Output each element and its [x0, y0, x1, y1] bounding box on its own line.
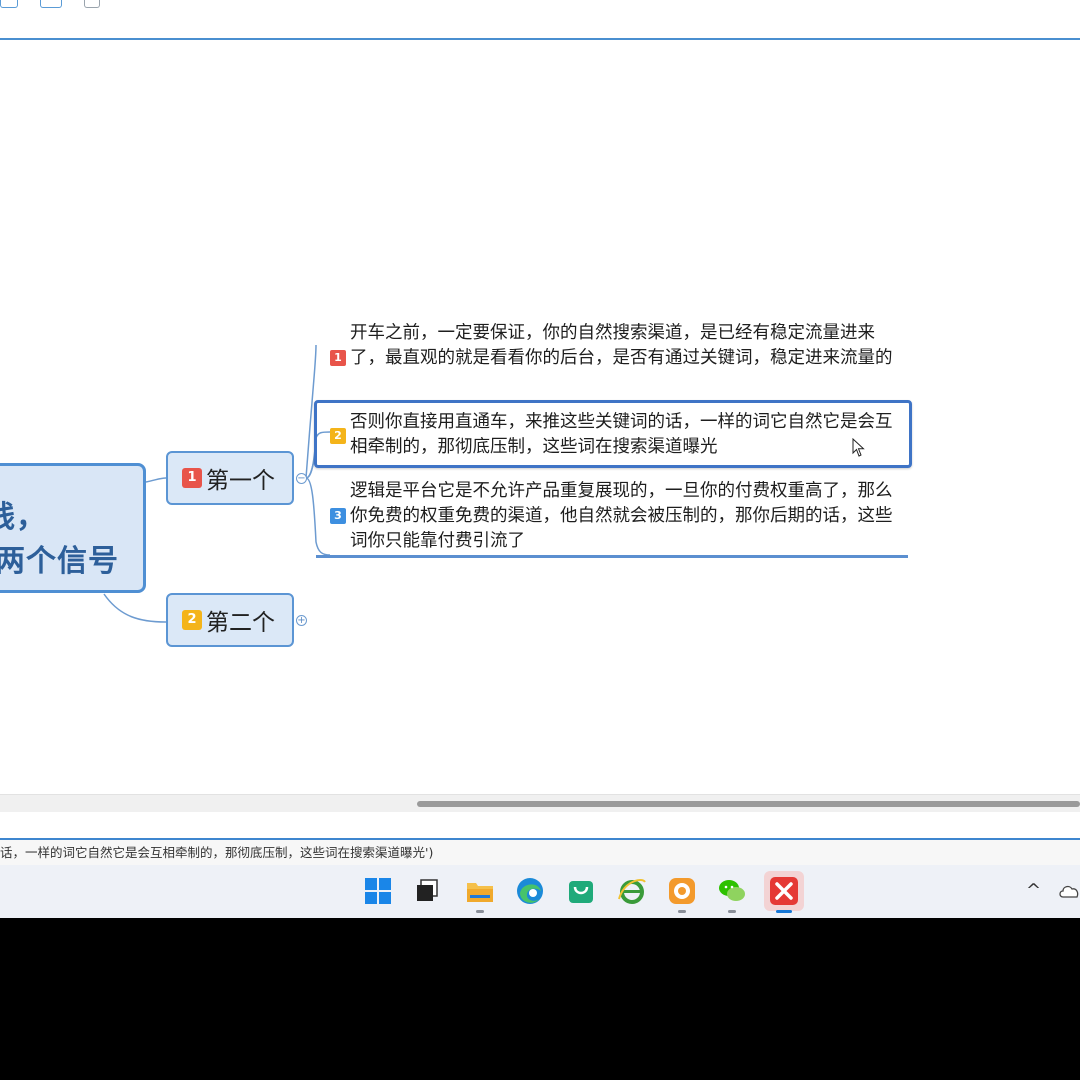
onedrive-cloud-icon[interactable]: [1058, 883, 1080, 899]
wechat-icon[interactable]: [716, 875, 748, 907]
subtopic-1[interactable]: 1 开车之前，一定要保证，你的自然搜索渠道，是已经有稳定流量进来了，最直观的就是…: [330, 319, 905, 397]
subtopic-3[interactable]: 3 逻辑是平台它是不允许产品重复展现的，一旦你的付费权重高了，那么你免费的权重免…: [330, 477, 905, 555]
scrollbar-thumb[interactable]: [417, 801, 1080, 807]
central-topic-line: 两个信号: [0, 544, 119, 579]
file-explorer-icon[interactable]: [464, 875, 496, 907]
mouse-cursor-icon: [852, 438, 865, 457]
running-indicator: [728, 910, 736, 913]
task-view-icon[interactable]: [412, 875, 444, 907]
windows-start-icon[interactable]: [362, 875, 394, 907]
shopping-app-icon[interactable]: [565, 875, 597, 907]
branch-label: 第二个: [206, 610, 275, 636]
toolbar-icon[interactable]: [40, 0, 62, 8]
edge-browser-icon[interactable]: [514, 875, 546, 907]
horizontal-scrollbar[interactable]: [0, 794, 1080, 812]
branch-topic-first[interactable]: 1 第一个: [166, 451, 294, 505]
taskbar: ^: [0, 865, 1080, 918]
active-app-indicator: [776, 910, 792, 913]
collapse-toggle-icon[interactable]: −: [296, 473, 307, 484]
priority-badge: 1: [330, 350, 346, 366]
mindmap-canvas[interactable]: 线， 两个信号 1 第一个 − 2 第二个 + 1 开车之前，一定要保证，你的自…: [0, 42, 1080, 794]
priority-badge: 2: [182, 610, 202, 630]
ie-browser-icon[interactable]: [616, 875, 648, 907]
subtopic-text: 开车之前，一定要保证，你的自然搜索渠道，是已经有稳定流量进来了，最直观的就是看看…: [350, 323, 893, 368]
status-text: 话，一样的词它自然它是会互相牵制的，那彻底压制，这些词在搜索渠道曝光'): [0, 845, 434, 860]
tray-overflow-chevron-icon[interactable]: ^: [1026, 880, 1041, 901]
subtopic-text: 逻辑是平台它是不允许产品重复展现的，一旦你的付费权重高了，那么你免费的权重免费的…: [350, 481, 893, 551]
game-app-icon[interactable]: [666, 875, 698, 907]
status-bar: 话，一样的词它自然它是会互相牵制的，那彻底压制，这些词在搜索渠道曝光'): [0, 838, 1080, 865]
branch-topic-second[interactable]: 2 第二个: [166, 593, 294, 647]
xmind-icon[interactable]: [764, 871, 804, 911]
toolbar-icon[interactable]: [84, 0, 100, 8]
central-topic-line: 线，: [0, 500, 47, 535]
branch-label: 第一个: [206, 468, 275, 494]
subtopic-2[interactable]: 2 否则你直接用直通车，来推这些关键词的话，一样的词它自然它是会互相牵制的，那彻…: [330, 408, 905, 462]
running-indicator: [678, 910, 686, 913]
running-indicator: [476, 910, 484, 913]
priority-badge: 1: [182, 468, 202, 488]
priority-badge: 2: [330, 428, 346, 444]
toolbar-icon[interactable]: [0, 0, 18, 8]
subtopic-underline: [316, 555, 908, 558]
toolbar: [0, 0, 1080, 40]
expand-toggle-icon[interactable]: +: [296, 615, 307, 626]
central-topic[interactable]: 线， 两个信号: [0, 463, 146, 593]
screen: 线， 两个信号 1 第一个 − 2 第二个 + 1 开车之前，一定要保证，你的自…: [0, 0, 1080, 918]
subtopic-text: 否则你直接用直通车，来推这些关键词的话，一样的词它自然它是会互相牵制的，那彻底压…: [350, 412, 893, 457]
priority-badge: 3: [330, 508, 346, 524]
